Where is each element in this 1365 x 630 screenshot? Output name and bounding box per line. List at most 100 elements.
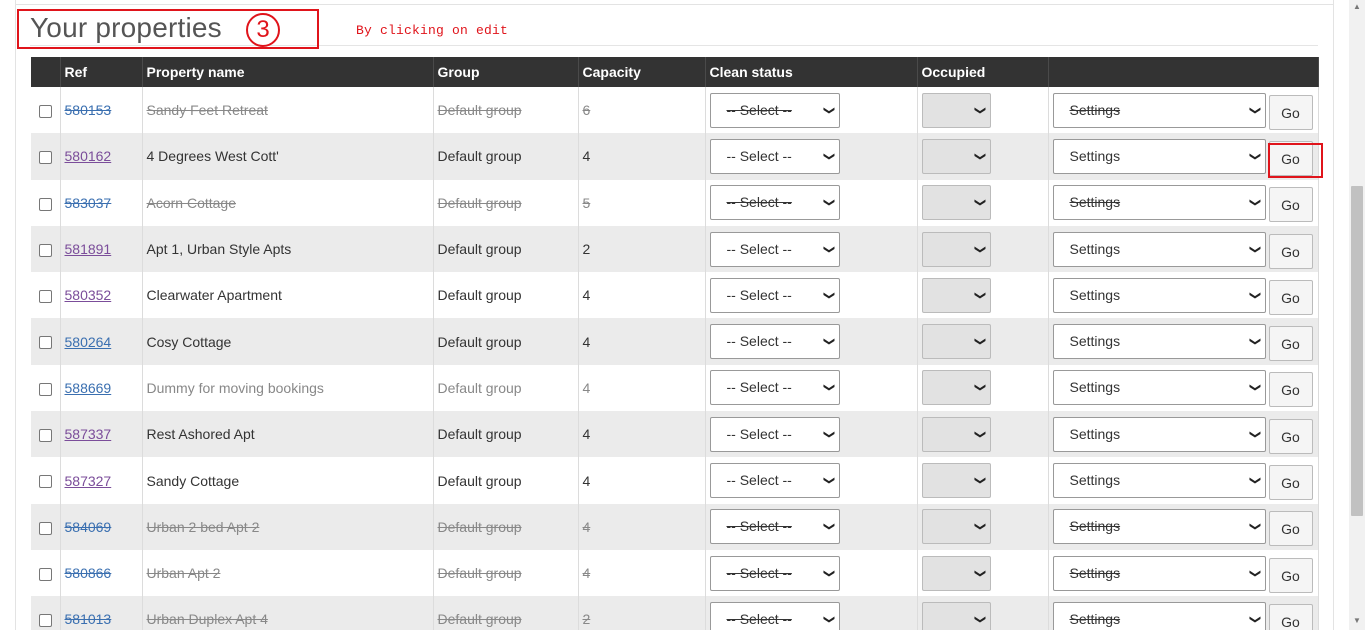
clean-status-select[interactable]: -- Select -- ❯	[709, 92, 840, 128]
occupied-select[interactable]: ❯	[921, 555, 991, 591]
row-checkbox[interactable]	[39, 290, 52, 304]
go-button[interactable]: Go	[1268, 94, 1313, 130]
row-checkbox[interactable]	[39, 104, 52, 118]
clean-status-select[interactable]: -- Select -- ❯	[709, 185, 840, 221]
settings-select[interactable]: Settings ❯	[1052, 324, 1266, 360]
ref-cell: 583037	[60, 179, 143, 226]
settings-select[interactable]: Settings ❯	[1052, 601, 1266, 630]
row-checkbox[interactable]	[39, 382, 52, 396]
settings-select[interactable]: Settings ❯	[1052, 92, 1266, 128]
go-button[interactable]: Go	[1268, 511, 1313, 547]
column-property-name[interactable]: Property name	[142, 57, 434, 87]
ref-link[interactable]: 580866	[65, 565, 112, 581]
column-group[interactable]: Group	[433, 57, 579, 87]
clean-status-cell: -- Select -- ❯	[705, 272, 918, 319]
column-occupied: Occupied	[917, 57, 1049, 87]
ref-link[interactable]: 580264	[65, 334, 112, 350]
clean-status-select[interactable]: -- Select -- ❯	[709, 555, 840, 591]
row-checkbox[interactable]	[39, 243, 52, 257]
row-checkbox[interactable]	[39, 567, 52, 581]
go-button[interactable]: Go	[1268, 187, 1313, 223]
occupied-select[interactable]: ❯	[921, 185, 991, 221]
settings-select[interactable]: Settings ❯	[1052, 277, 1266, 313]
scroll-down-arrow-icon[interactable]: ▼	[1353, 616, 1361, 625]
annotation-step-number: 3	[246, 13, 280, 47]
ref-link[interactable]: 581013	[65, 611, 112, 627]
clean-status-select[interactable]: -- Select -- ❯	[709, 601, 840, 630]
row-checkbox-cell	[31, 87, 61, 134]
occupied-select[interactable]: ❯	[921, 324, 991, 360]
column-ref[interactable]: Ref	[60, 57, 143, 87]
scroll-up-arrow-icon[interactable]: ▲	[1353, 2, 1361, 11]
settings-select[interactable]: Settings ❯	[1052, 555, 1266, 591]
row-checkbox[interactable]	[39, 614, 52, 628]
table-row: 580162 4 Degrees West Cott' Default group 4…	[31, 133, 1319, 180]
occupied-select[interactable]: ❯	[921, 277, 991, 313]
clean-status-select[interactable]: -- Select -- ❯	[709, 416, 840, 452]
row-checkbox[interactable]	[39, 521, 52, 535]
scrollbar-thumb[interactable]	[1351, 186, 1363, 516]
go-button[interactable]: Go	[1268, 326, 1313, 362]
settings-select[interactable]: Settings ❯	[1052, 231, 1266, 267]
column-select	[31, 57, 61, 87]
occupied-cell: ❯	[917, 179, 1049, 226]
occupied-select[interactable]: ❯	[921, 138, 991, 174]
go-button[interactable]: Go	[1268, 279, 1313, 315]
table-row: 581891 Apt 1, Urban Style Apts Default gro…	[31, 225, 1319, 273]
go-button[interactable]: Go	[1268, 418, 1313, 454]
clean-status-select[interactable]: -- Select -- ❯	[709, 324, 840, 360]
ref-link[interactable]: 580162	[65, 148, 112, 164]
go-button[interactable]: Go	[1268, 465, 1313, 501]
ref-link[interactable]: 588669	[65, 380, 112, 396]
chevron-down-icon: ❯	[974, 614, 987, 625]
occupied-select[interactable]: ❯	[921, 463, 991, 499]
settings-select[interactable]: Settings ❯	[1052, 370, 1266, 406]
row-checkbox[interactable]	[39, 336, 52, 350]
settings-select[interactable]: Settings ❯	[1052, 138, 1266, 174]
ref-link[interactable]: 584069	[65, 519, 112, 535]
table-header-row: Ref Property name Group Capacity Clean s…	[31, 57, 1319, 87]
settings-select[interactable]: Settings ❯	[1052, 416, 1266, 452]
occupied-select[interactable]: ❯	[921, 370, 991, 406]
row-checkbox[interactable]	[39, 429, 52, 443]
occupied-select[interactable]: ❯	[921, 416, 991, 452]
ref-link[interactable]: 581891	[65, 241, 112, 257]
ref-cell: 587337	[60, 411, 143, 458]
settings-select[interactable]: Settings ❯	[1052, 185, 1266, 221]
occupied-select[interactable]: ❯	[921, 92, 991, 128]
clean-status-select[interactable]: -- Select -- ❯	[709, 138, 840, 174]
go-button[interactable]: Go	[1268, 557, 1313, 593]
clean-status-select[interactable]: -- Select -- ❯	[709, 370, 840, 406]
settings-select[interactable]: Settings ❯	[1052, 509, 1266, 545]
actions-cell: Settings ❯ Go	[1048, 457, 1319, 504]
table-row: 587327 Sandy Cottage Default group 4 -- Sele…	[31, 457, 1319, 504]
occupied-select[interactable]: ❯	[921, 509, 991, 545]
actions-cell: Settings ❯ Go	[1048, 179, 1319, 226]
settings-select[interactable]: Settings ❯	[1052, 463, 1266, 499]
column-capacity[interactable]: Capacity	[578, 57, 706, 87]
vertical-scrollbar[interactable]: ▲ ▼	[1349, 0, 1365, 630]
row-checkbox[interactable]	[39, 475, 52, 489]
clean-status-select[interactable]: -- Select -- ❯	[709, 509, 840, 545]
chevron-down-icon: ❯	[823, 614, 836, 625]
property-name-cell: Dummy for moving bookings	[142, 364, 434, 412]
clean-status-select[interactable]: -- Select -- ❯	[709, 463, 840, 499]
occupied-select[interactable]: ❯	[921, 231, 991, 267]
clean-status-value: -- Select --	[726, 194, 792, 211]
row-checkbox[interactable]	[39, 197, 52, 211]
ref-link[interactable]: 580153	[65, 102, 112, 118]
ref-link[interactable]: 583037	[65, 195, 112, 211]
ref-link[interactable]: 580352	[65, 287, 112, 303]
chevron-down-icon: ❯	[823, 383, 836, 393]
clean-status-select[interactable]: -- Select -- ❯	[709, 277, 840, 313]
go-button[interactable]: Go	[1268, 372, 1313, 408]
ref-link[interactable]: 587337	[65, 426, 112, 442]
go-button[interactable]: Go	[1268, 603, 1313, 630]
occupied-select[interactable]: ❯	[921, 601, 991, 630]
ref-link[interactable]: 587327	[65, 473, 112, 489]
clean-status-select[interactable]: -- Select -- ❯	[709, 231, 840, 267]
row-checkbox[interactable]	[39, 151, 52, 165]
properties-table: Ref Property name Group Capacity Clean s…	[31, 57, 1319, 630]
go-button[interactable]: Go	[1268, 233, 1313, 269]
table-row: 588669 Dummy for moving bookings Default g…	[31, 364, 1319, 412]
